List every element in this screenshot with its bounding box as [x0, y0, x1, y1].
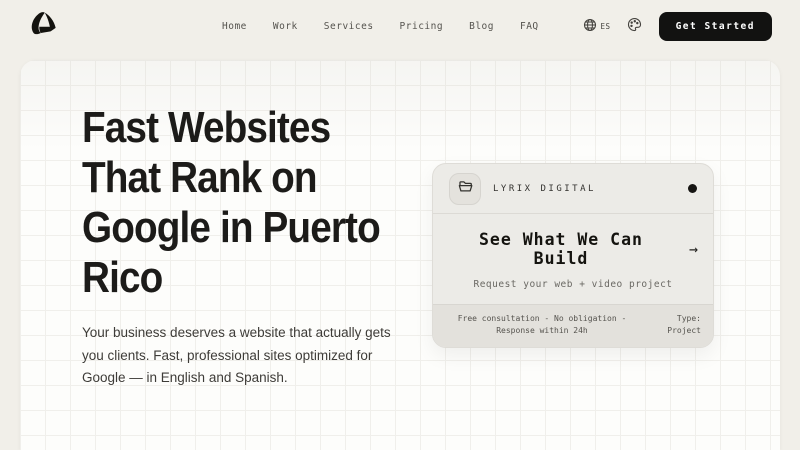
get-started-button[interactable]: Get Started: [659, 12, 772, 41]
palette-icon: [627, 17, 642, 36]
card-footer: Free consultation - No obligation - Resp…: [433, 304, 713, 347]
logo-horns-icon: [28, 10, 60, 42]
arrow-right-icon: →: [689, 240, 699, 258]
theme-toggle[interactable]: [627, 18, 643, 34]
type-value: Project: [667, 326, 701, 335]
hero-title: Fast Websites That Rank on Google in Pue…: [82, 103, 380, 303]
header-actions: ES Get Started: [583, 12, 772, 41]
folder-button[interactable]: [449, 173, 481, 205]
nav-item-home[interactable]: Home: [222, 21, 247, 32]
nav-item-pricing[interactable]: Pricing: [400, 21, 444, 32]
open-folder-icon: [457, 178, 474, 199]
nav-item-faq[interactable]: FAQ: [520, 21, 539, 32]
card-footer-type: Type: Project: [649, 313, 701, 338]
site-header: Home Work Services Pricing Blog FAQ ES: [0, 0, 800, 52]
nav-item-services[interactable]: Services: [324, 21, 374, 32]
language-code: ES: [601, 22, 611, 31]
type-label: Type:: [677, 314, 701, 323]
globe-icon: [583, 17, 597, 36]
hero-description: Your business deserves a website that ac…: [82, 322, 397, 390]
nav-item-blog[interactable]: Blog: [469, 21, 494, 32]
hero-panel: Fast Websites That Rank on Google in Pue…: [20, 60, 780, 450]
main-nav: Home Work Services Pricing Blog FAQ: [222, 0, 539, 52]
card-footer-note: Free consultation - No obligation - Resp…: [445, 313, 639, 338]
card-body: See What We Can Build → Request your web…: [433, 214, 713, 304]
card-header: LYRIX DIGITAL: [433, 164, 713, 214]
card-brand-label: LYRIX DIGITAL: [493, 184, 596, 194]
card-cta[interactable]: See What We Can Build →: [447, 230, 699, 268]
project-request-card[interactable]: LYRIX DIGITAL See What We Can Build → Re…: [432, 163, 714, 348]
nav-item-work[interactable]: Work: [273, 21, 298, 32]
lyrix-logo[interactable]: [28, 11, 62, 41]
card-cta-label: See What We Can Build: [447, 230, 675, 268]
card-subtitle: Request your web + video project: [447, 279, 699, 290]
status-dot: [688, 184, 697, 193]
language-switcher[interactable]: ES: [583, 17, 611, 36]
